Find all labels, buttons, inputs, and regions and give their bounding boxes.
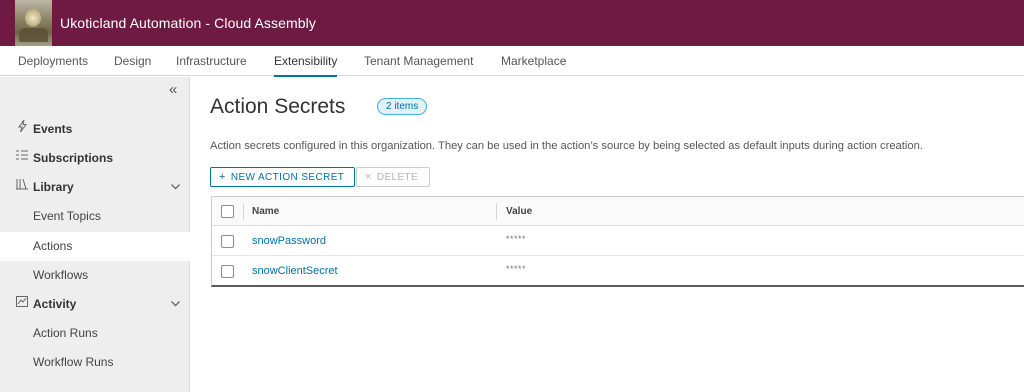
org-logo[interactable] xyxy=(15,0,52,46)
app-title: Ukoticland Automation - Cloud Assembly xyxy=(60,15,316,31)
plus-icon: + xyxy=(219,171,226,183)
select-all-checkbox[interactable] xyxy=(221,205,234,218)
sidebar-item-label: Workflow Runs xyxy=(33,355,114,369)
table-header: Name Value xyxy=(212,197,1024,226)
table-row[interactable]: snowPassword ***** xyxy=(212,226,1024,256)
sidebar-item-label: Action Runs xyxy=(33,326,98,340)
top-nav: Deployments Design Infrastructure Extens… xyxy=(0,46,1024,77)
close-icon: × xyxy=(365,171,372,183)
sidebar-item-actions[interactable]: Actions xyxy=(0,232,190,261)
library-icon xyxy=(16,173,28,202)
delete-label: DELETE xyxy=(376,172,419,183)
subscriptions-icon xyxy=(16,144,28,173)
table-row[interactable]: snowClientSecret ***** xyxy=(212,256,1024,286)
sidebar-item-workflow-runs[interactable]: Workflow Runs xyxy=(0,348,190,377)
tab-tenant-management[interactable]: Tenant Management xyxy=(364,54,473,68)
sidebar-item-event-topics[interactable]: Event Topics xyxy=(0,202,190,231)
sidebar-item-workflows[interactable]: Workflows xyxy=(0,261,190,290)
row-checkbox[interactable] xyxy=(221,265,234,278)
tab-extensibility[interactable]: Extensibility xyxy=(274,54,338,77)
app-header: Ukoticland Automation - Cloud Assembly xyxy=(0,0,1024,46)
tab-design[interactable]: Design xyxy=(114,54,151,68)
column-divider[interactable] xyxy=(496,203,497,220)
sidebar: « Events Subscriptions Library Event Top… xyxy=(0,77,190,392)
new-action-secret-button[interactable]: + NEW ACTION SECRET xyxy=(210,167,355,187)
sidebar-item-events[interactable]: Events xyxy=(0,115,190,144)
sidebar-item-action-runs[interactable]: Action Runs xyxy=(0,319,190,348)
page-description: Action secrets configured in this organi… xyxy=(210,140,923,152)
secret-name-link[interactable]: snowPassword xyxy=(252,235,326,247)
chevron-down-icon[interactable] xyxy=(171,173,180,202)
new-action-secret-label: NEW ACTION SECRET xyxy=(230,172,345,183)
column-divider xyxy=(243,203,244,220)
sidebar-item-library[interactable]: Library xyxy=(0,173,190,202)
row-checkbox[interactable] xyxy=(221,235,234,248)
tab-deployments[interactable]: Deployments xyxy=(18,54,88,68)
sidebar-item-label: Subscriptions xyxy=(33,151,114,165)
sidebar-item-label: Library xyxy=(33,180,74,194)
page-title: Action Secrets xyxy=(210,95,346,118)
secret-name-link[interactable]: snowClientSecret xyxy=(252,265,338,277)
tab-infrastructure[interactable]: Infrastructure xyxy=(176,54,247,68)
sidebar-item-label: Event Topics xyxy=(33,209,101,223)
tab-marketplace[interactable]: Marketplace xyxy=(501,54,566,68)
column-header-value[interactable]: Value xyxy=(506,206,532,217)
chevron-down-icon[interactable] xyxy=(171,290,180,319)
column-header-name[interactable]: Name xyxy=(252,206,279,217)
sidebar-item-label: Activity xyxy=(33,297,77,311)
item-count-badge: 2 items xyxy=(377,98,428,115)
delete-button[interactable]: × DELETE xyxy=(356,167,430,187)
sidebar-item-activity[interactable]: Activity xyxy=(0,290,190,319)
lightning-icon xyxy=(16,115,28,144)
secret-value: ***** xyxy=(506,234,527,244)
sidebar-item-label: Workflows xyxy=(33,268,89,282)
sidebar-item-subscriptions[interactable]: Subscriptions xyxy=(0,144,190,173)
sidebar-item-label: Events xyxy=(33,122,73,136)
sidebar-item-label: Actions xyxy=(33,239,73,253)
collapse-sidebar-icon[interactable]: « xyxy=(169,81,177,98)
activity-icon xyxy=(16,290,28,319)
secret-value: ***** xyxy=(506,264,527,274)
secrets-table: Name Value snowPassword ***** snowClient… xyxy=(211,196,1024,287)
